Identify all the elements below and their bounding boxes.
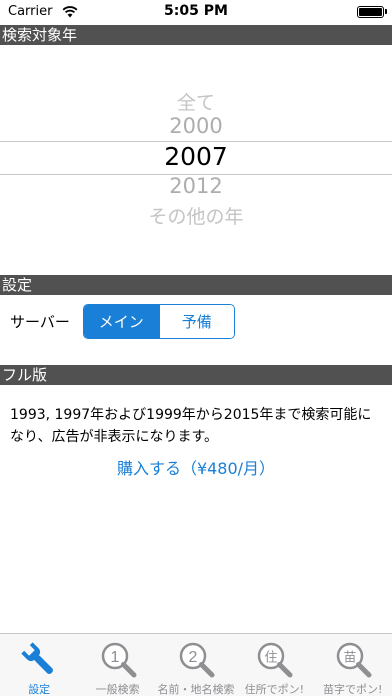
server-main-segment[interactable]: メイン — [84, 305, 159, 338]
picker-selected-option[interactable]: 2007 — [0, 142, 392, 171]
battery-icon — [357, 6, 387, 18]
full-version-header: フル版 — [0, 365, 392, 385]
tab-label: 設定 — [28, 683, 51, 696]
year-picker[interactable]: 全て 2000 2007 2012 その他の年 — [0, 48, 392, 270]
picker-option[interactable]: 2000 — [0, 114, 392, 138]
tab-label: 住所でポン! — [244, 683, 305, 696]
tab-address-search[interactable]: 住 住所でポン! — [235, 634, 313, 696]
tab-settings[interactable]: 設定 — [0, 634, 78, 696]
tab-name-place-search[interactable]: 2 名前・地名検索 — [157, 634, 235, 696]
status-bar: Carrier 5:05 PM — [0, 0, 392, 25]
tab-label: 一般検索 — [95, 683, 140, 696]
magnifier-2-icon: 2 — [179, 642, 215, 678]
magnifier-glyph: 苗 — [343, 651, 356, 666]
server-label: サーバー — [10, 313, 70, 331]
picker-option[interactable]: 全て — [0, 88, 392, 115]
tab-bar: 設定 1 一般検索 2 名前・地名検索 住 住所でポン! 苗 苗字でポン! — [0, 633, 392, 696]
picker-option[interactable]: その他の年 — [0, 202, 392, 229]
magnifier-address-icon: 住 — [258, 642, 293, 678]
picker-option[interactable]: 2012 — [0, 174, 392, 198]
wrench-icon — [21, 642, 54, 674]
tab-surname-search[interactable]: 苗 苗字でポン! — [314, 634, 392, 696]
magnifier-1-icon: 1 — [101, 642, 137, 678]
server-backup-segment[interactable]: 予備 — [158, 305, 234, 338]
settings-header: 設定 — [0, 275, 392, 295]
full-version-description: 1993, 1997年および1999年から2015年まで検索可能になり、広告が非… — [10, 407, 372, 445]
magnifier-glyph: 2 — [189, 649, 198, 666]
search-year-header: 検索対象年 — [0, 25, 392, 45]
magnifier-glyph: 住 — [265, 651, 278, 666]
server-segmented-control[interactable]: メイン 予備 — [83, 304, 235, 339]
magnifier-glyph: 1 — [110, 649, 119, 666]
tab-label: 名前・地名検索 — [157, 683, 235, 696]
tab-label: 苗字でポン! — [323, 683, 383, 696]
tab-general-search[interactable]: 1 一般検索 — [78, 634, 156, 696]
clock: 5:05 PM — [164, 3, 228, 19]
magnifier-surname-icon: 苗 — [336, 642, 372, 678]
buy-button[interactable]: 購入する（¥480/月） — [0, 455, 392, 479]
